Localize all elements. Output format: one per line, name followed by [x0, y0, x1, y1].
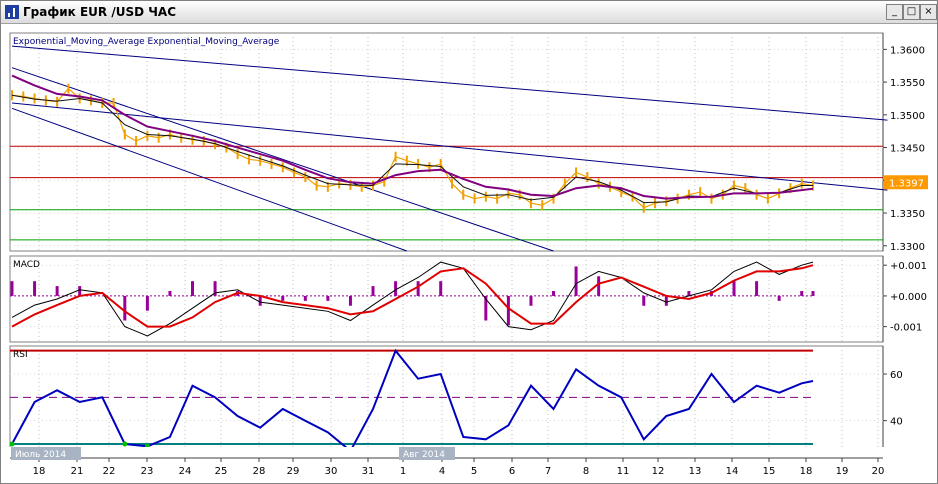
- price-legend: Exponential_Moving_Average Exponential_M…: [13, 37, 280, 47]
- x-tick-label-10: 1: [400, 466, 406, 477]
- x-tick-label-19: 14: [726, 466, 739, 477]
- chart-canvas[interactable]: 1.36001.35501.35001.34501.34001.33501.33…: [1, 24, 937, 483]
- window-title: График EUR /USD ЧАС: [23, 5, 177, 19]
- price-tick-label-6: 1.3300: [890, 242, 925, 253]
- rsi-pane-frame: [9, 345, 884, 459]
- chart-app-icon: [5, 5, 19, 19]
- x-tick-label-2: 22: [103, 466, 116, 477]
- x-tick-label-18: 13: [689, 466, 702, 477]
- x-tick-label-23: 20: [872, 466, 885, 477]
- x-tick-label-15: 8: [583, 466, 589, 477]
- rsi-tick-label-1: 40: [890, 417, 903, 428]
- x-tick-label-11: 4: [439, 466, 445, 477]
- title-bar[interactable]: График EUR /USD ЧАС _ □ ×: [1, 1, 937, 24]
- x-tick-label-8: 30: [325, 466, 338, 477]
- x-tick-label-9: 31: [362, 466, 375, 477]
- month-label-0: Июль 2014: [15, 450, 66, 460]
- rsi-oversold-mark-5: [122, 441, 128, 447]
- price-tick-label-1: 1.3550: [890, 78, 925, 89]
- month-label-1: Авг 2014: [403, 450, 445, 460]
- price-pane-frame: [9, 32, 884, 252]
- x-tick-label-3: 23: [141, 466, 154, 477]
- x-tick-label-22: 19: [836, 466, 849, 477]
- close-button[interactable]: ×: [920, 4, 937, 20]
- last-price-label: 1.3397: [889, 178, 924, 189]
- x-tick-label-0: 18: [33, 466, 46, 477]
- x-tick-label-21: 18: [800, 466, 813, 477]
- macd-tick-label-1: +0.000: [890, 292, 927, 303]
- macd-tick-label-0: +0.001: [890, 261, 927, 272]
- x-tick-label-14: 7: [545, 466, 551, 477]
- rsi-tick-label-0: 60: [890, 370, 903, 381]
- x-tick-label-17: 12: [652, 466, 665, 477]
- macd-pane-frame: [9, 255, 884, 343]
- minimize-button[interactable]: _: [886, 4, 903, 20]
- chart-window: График EUR /USD ЧАС _ □ × 1.3600 1.3550 1.…: [0, 0, 938, 484]
- x-tick-label-16: 11: [617, 466, 630, 477]
- x-tick-label-4: 24: [179, 466, 192, 477]
- price-tick-label-5: 1.3350: [890, 209, 925, 220]
- price-tick-label-2: 1.3500: [890, 111, 925, 122]
- maximize-button[interactable]: □: [903, 4, 920, 20]
- x-tick-label-12: 5: [471, 466, 477, 477]
- x-tick-label-7: 29: [287, 466, 300, 477]
- macd-legend: MACD: [13, 260, 40, 270]
- macd-tick-label-2: -0.001: [890, 323, 922, 334]
- x-tick-label-1: 21: [71, 466, 84, 477]
- x-tick-label-6: 28: [253, 466, 266, 477]
- x-tick-label-13: 6: [509, 466, 515, 477]
- x-tick-label-5: 25: [215, 466, 228, 477]
- rsi-oversold-mark-0: [9, 441, 15, 447]
- x-tick-label-20: 15: [763, 466, 776, 477]
- price-tick-label-3: 1.3450: [890, 144, 925, 155]
- rsi-legend: RSI: [13, 350, 28, 360]
- price-tick-label-0: 1.3600: [890, 45, 925, 56]
